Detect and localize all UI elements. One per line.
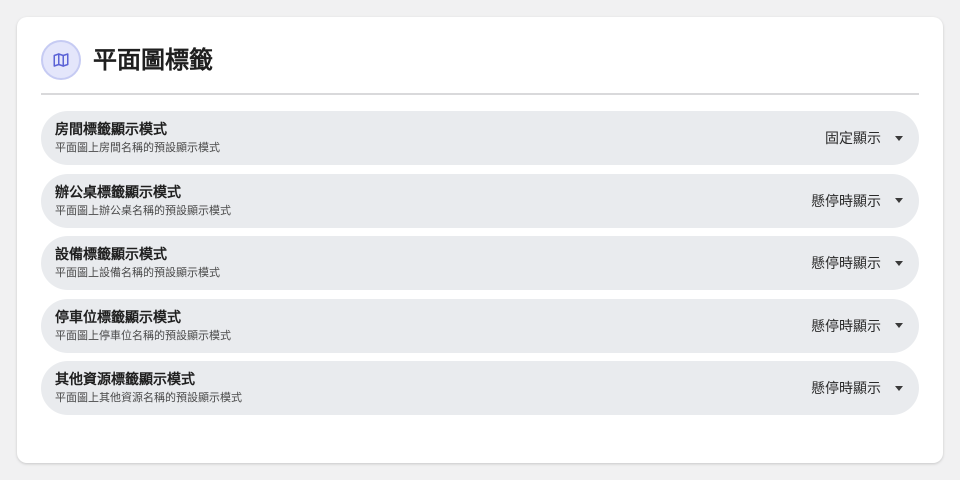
setting-row-equipment: 設備標籤顯示模式 平面圖上設備名稱的預設顯示模式 懸停時顯示 [41, 236, 919, 290]
select-value: 懸停時顯示 [811, 318, 881, 335]
chevron-down-icon [895, 323, 903, 328]
desk-label-mode-select[interactable]: 懸停時顯示 [811, 191, 903, 211]
setting-title: 設備標籤顯示模式 [55, 247, 167, 263]
room-label-mode-select[interactable]: 固定顯示 [825, 128, 903, 148]
setting-description: 平面圖上其他資源名稱的預設顯示模式 [55, 391, 242, 404]
setting-description: 平面圖上辦公桌名稱的預設顯示模式 [55, 203, 231, 217]
select-value: 懸停時顯示 [811, 193, 881, 210]
setting-description: 平面圖上房間名稱的預設顯示模式 [55, 141, 220, 154]
settings-list: 房間標籤顯示模式 平面圖上房間名稱的預設顯示模式 固定顯示 辦公桌標籤顯示模式 … [41, 111, 919, 424]
chevron-down-icon [895, 260, 903, 266]
chevron-down-icon [895, 385, 903, 391]
setting-row-room: 房間標籤顯示模式 平面圖上房間名稱的預設顯示模式 固定顯示 [41, 111, 919, 165]
other-resources-label-mode-select[interactable]: 懸停時顯示 [811, 378, 903, 398]
setting-title: 房間標籤顯示模式 [55, 122, 167, 138]
setting-title: 辦公桌標籤顯示模式 [55, 184, 181, 201]
equipment-label-mode-select[interactable]: 懸停時顯示 [811, 253, 903, 273]
select-value: 懸停時顯示 [811, 256, 881, 272]
setting-row-other-resources: 其他資源標籤顯示模式 平面圖上其他資源名稱的預設顯示模式 懸停時顯示 [41, 361, 919, 415]
chevron-down-icon [895, 198, 903, 203]
map-icon [41, 40, 81, 80]
section-title: 平面圖標籤 [93, 46, 213, 74]
settings-card: 平面圖標籤 房間標籤顯示模式 平面圖上房間名稱的預設顯示模式 固定顯示 辦公桌標… [17, 17, 943, 463]
select-value: 固定顯示 [825, 131, 881, 147]
section-header: 平面圖標籤 [41, 40, 919, 95]
parking-label-mode-select[interactable]: 懸停時顯示 [811, 316, 903, 336]
setting-title: 其他資源標籤顯示模式 [55, 372, 195, 388]
select-value: 懸停時顯示 [811, 381, 881, 397]
setting-description: 平面圖上設備名稱的預設顯示模式 [55, 266, 220, 279]
setting-description: 平面圖上停車位名稱的預設顯示模式 [55, 328, 231, 342]
setting-row-desk: 辦公桌標籤顯示模式 平面圖上辦公桌名稱的預設顯示模式 懸停時顯示 [41, 173, 919, 228]
chevron-down-icon [895, 135, 903, 141]
setting-title: 停車位標籤顯示模式 [55, 309, 181, 326]
setting-row-parking: 停車位標籤顯示模式 平面圖上停車位名稱的預設顯示模式 懸停時顯示 [41, 298, 919, 353]
